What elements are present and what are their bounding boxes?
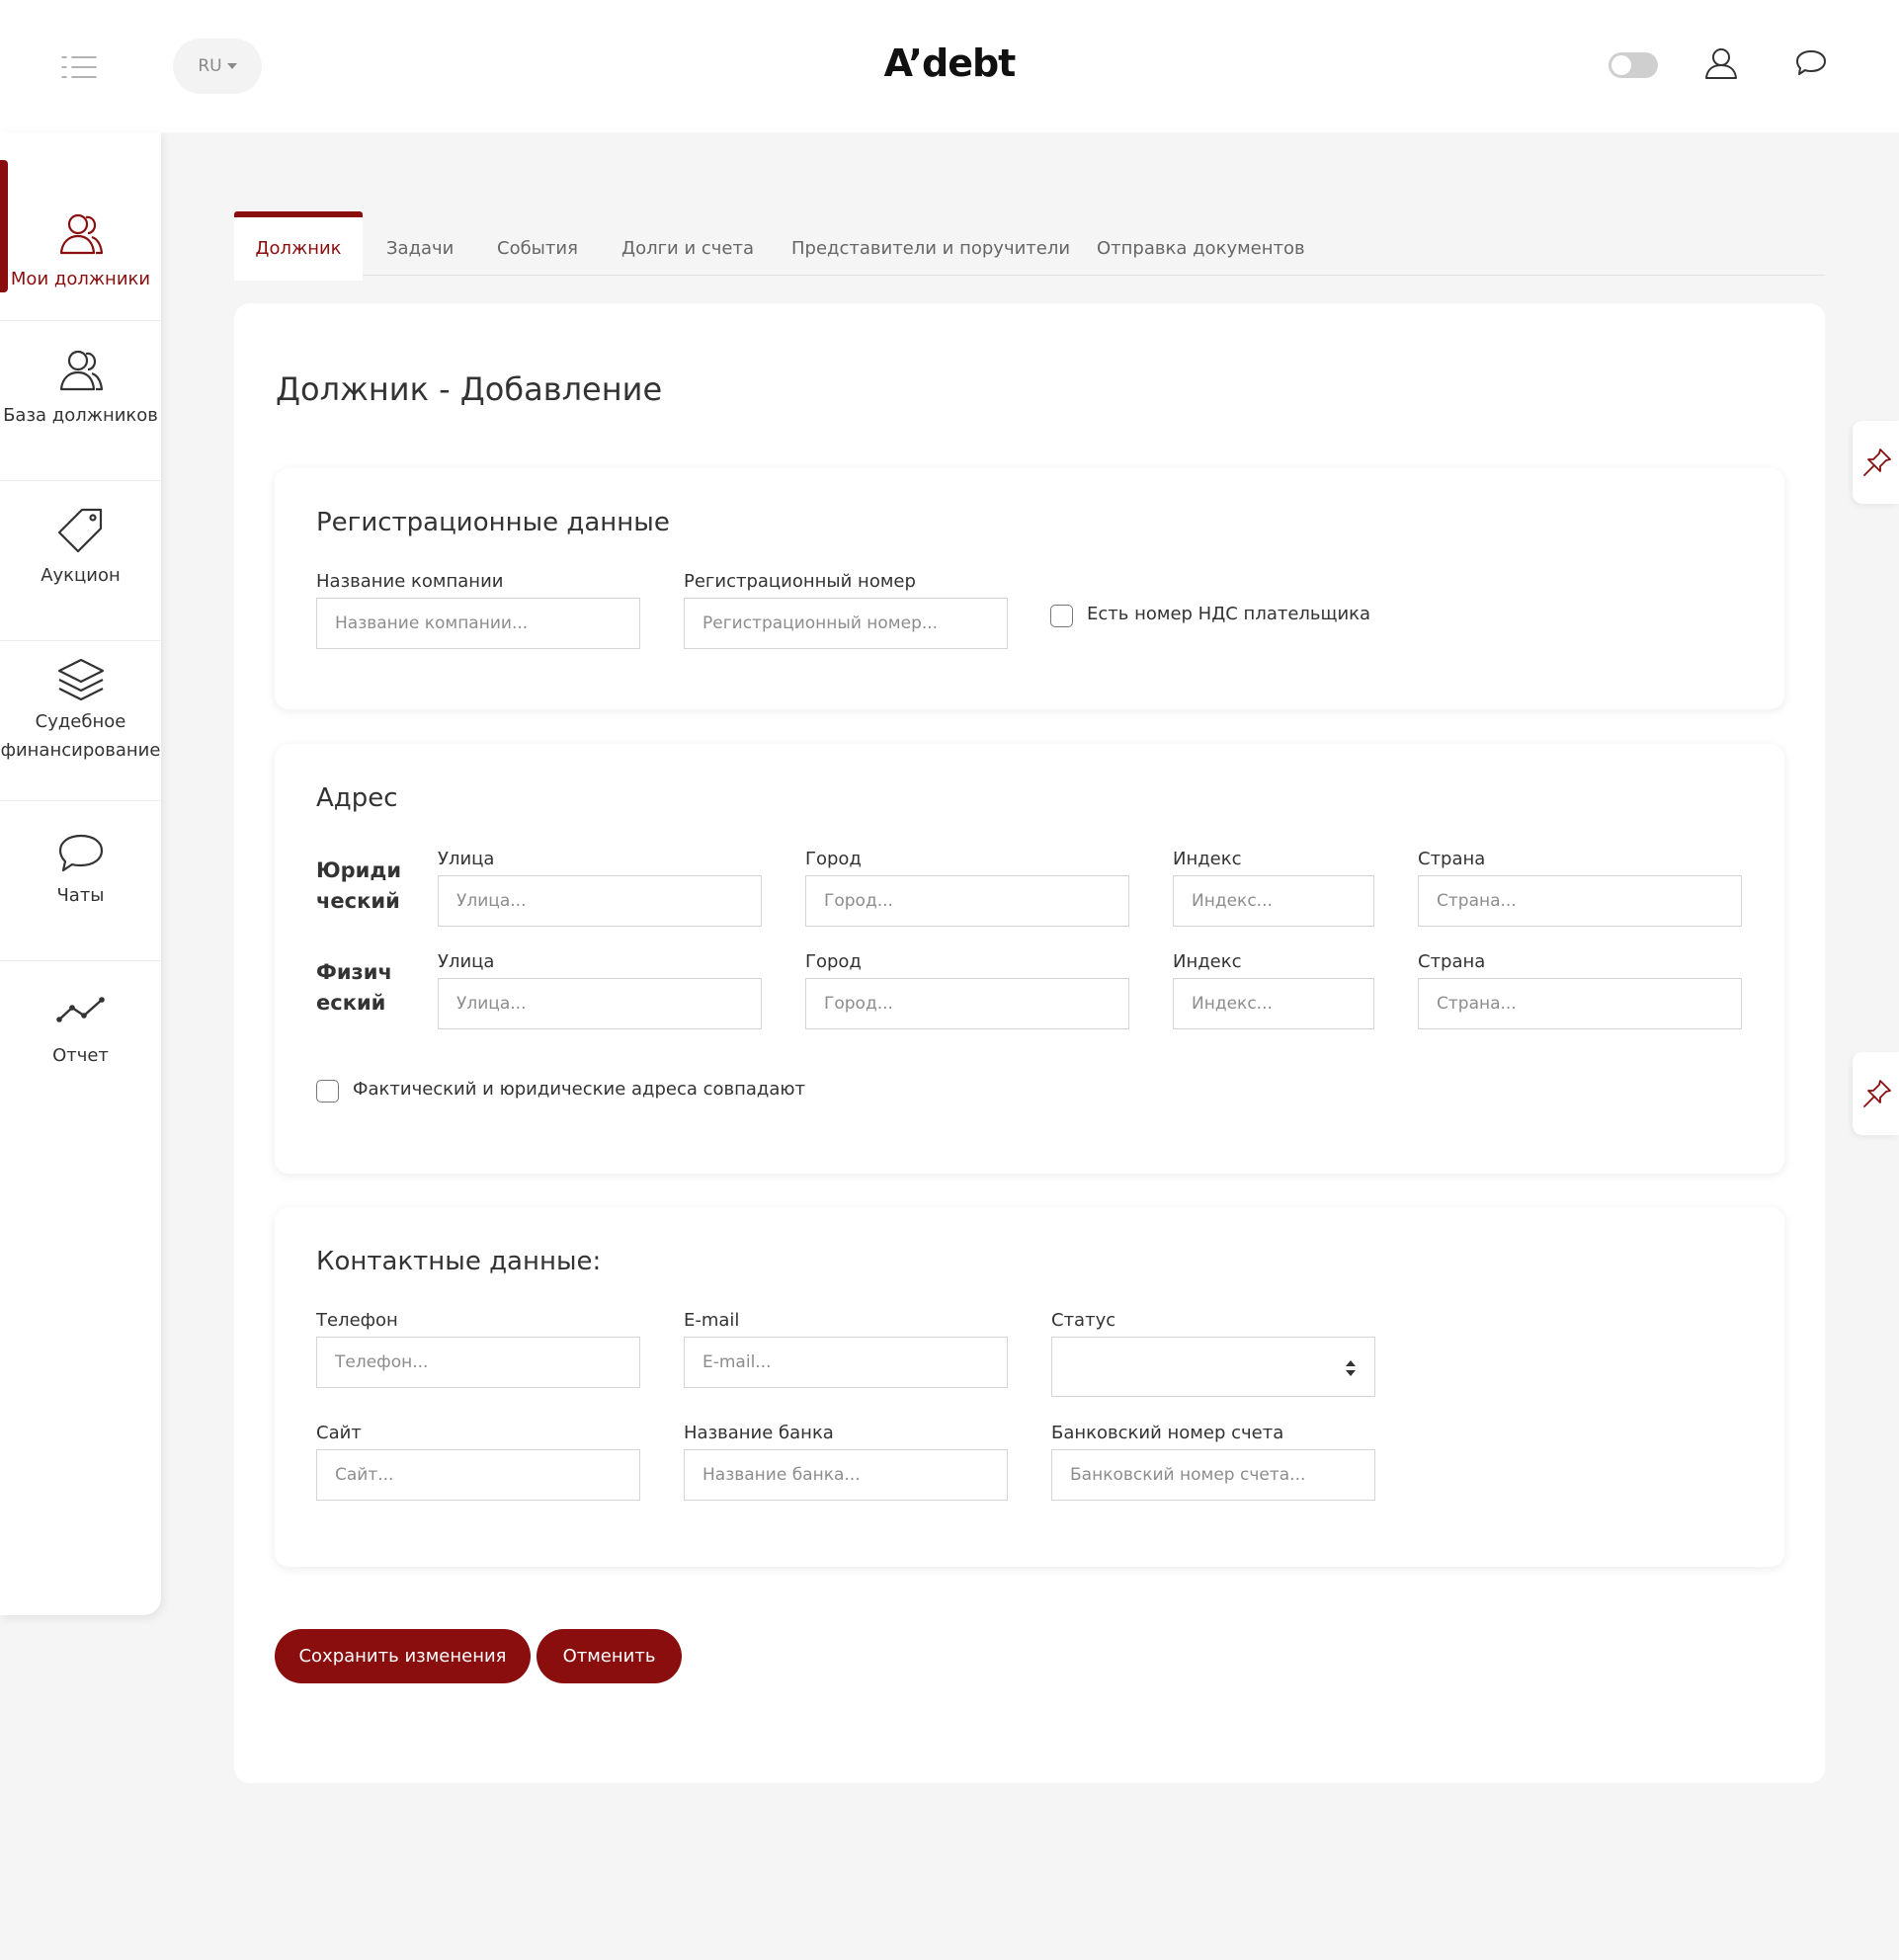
reg-number-label: Регистрационный номер xyxy=(684,571,916,592)
section-title: Адрес xyxy=(316,783,398,813)
sidebar-item-litigation-funding[interactable]: Судебное финансирование xyxy=(0,640,161,801)
sidebar-item-chats[interactable]: Чаты xyxy=(0,800,161,961)
legal-city-label: Город xyxy=(805,849,862,869)
vat-checkbox[interactable] xyxy=(1050,605,1073,627)
sidebar-item-label: Чаты xyxy=(56,885,105,906)
physical-zip-label: Индекс xyxy=(1173,951,1242,972)
physical-zip-input[interactable] xyxy=(1173,978,1374,1029)
physical-city-input[interactable] xyxy=(805,978,1129,1029)
physical-street-input[interactable] xyxy=(438,978,762,1029)
sidebar-item-label: Отчет xyxy=(52,1045,109,1066)
save-button[interactable]: Сохранить изменения xyxy=(275,1629,531,1683)
sidebar-item-auction[interactable]: Аукцион xyxy=(0,480,161,641)
sidebar-item-my-debtors[interactable]: Мои должники xyxy=(0,160,161,321)
sidebar-item-label-line1: Судебное xyxy=(35,711,126,732)
legal-city-input[interactable] xyxy=(805,875,1129,927)
main-card: Должник - Добавление Регистрационные дан… xyxy=(234,303,1825,1783)
legal-street-label: Улица xyxy=(438,849,495,869)
tag-icon xyxy=(56,506,106,555)
chat-bubble-icon xyxy=(56,830,106,879)
physical-country-input[interactable] xyxy=(1418,978,1742,1029)
sidebar-item-label: Мои должники xyxy=(10,269,151,289)
line-chart-icon xyxy=(56,986,106,1035)
legal-address-heading: Юриди ческий xyxy=(316,856,405,917)
sidebar-item-report[interactable]: Отчет xyxy=(0,960,161,1120)
reg-number-input[interactable] xyxy=(684,598,1008,649)
status-label: Статус xyxy=(1051,1310,1116,1331)
user-icon[interactable] xyxy=(1703,45,1739,81)
sort-arrows-icon xyxy=(1346,1360,1356,1376)
same-address-checkbox-label: Фактический и юридические адреса совпада… xyxy=(353,1079,806,1100)
legal-country-label: Страна xyxy=(1418,849,1486,869)
physical-address-heading: Физич еский xyxy=(316,957,405,1019)
bank-account-label: Банковский номер счета xyxy=(1051,1423,1284,1443)
chat-bubble-icon[interactable] xyxy=(1793,45,1829,81)
email-label: E-mail xyxy=(684,1310,740,1331)
tab-bar: Должник Задачи События Долги и счета Пре… xyxy=(234,211,1825,281)
phone-label: Телефон xyxy=(316,1310,398,1331)
bank-name-label: Название банка xyxy=(684,1423,834,1443)
physical-street-label: Улица xyxy=(438,951,495,972)
theme-toggle[interactable] xyxy=(1609,52,1658,78)
physical-country-label: Страна xyxy=(1418,951,1486,972)
section-title: Регистрационные данные xyxy=(316,508,670,537)
top-bar: RU A’debt xyxy=(0,0,1899,132)
tab-tasks[interactable]: Задачи xyxy=(386,211,454,275)
same-address-checkbox[interactable] xyxy=(316,1080,339,1102)
contacts-section: Контактные данные: Телефон E-mail Статус… xyxy=(275,1207,1784,1567)
bank-name-input[interactable] xyxy=(684,1449,1008,1501)
toggle-knob xyxy=(1611,55,1631,75)
physical-heading-line1: Физич xyxy=(316,960,392,984)
legal-street-input[interactable] xyxy=(438,875,762,927)
tab-debtor[interactable]: Должник xyxy=(234,211,363,281)
company-name-input[interactable] xyxy=(316,598,640,649)
users-icon xyxy=(56,209,106,259)
layers-icon xyxy=(56,656,106,705)
tab-send-documents[interactable]: Отправка документов xyxy=(1097,211,1305,275)
physical-heading-line2: еский xyxy=(316,991,386,1015)
sidebar-item-debtor-base[interactable]: База должников xyxy=(0,320,161,481)
page-title: Должник - Добавление xyxy=(276,370,663,408)
cancel-button[interactable]: Отменить xyxy=(537,1629,682,1683)
physical-city-label: Город xyxy=(805,951,862,972)
sidebar-item-label-line2: финансирование xyxy=(0,740,161,761)
tab-debts-accounts[interactable]: Долги и счета xyxy=(621,211,754,275)
legal-country-input[interactable] xyxy=(1418,875,1742,927)
tab-representatives[interactable]: Представители и поручители xyxy=(791,211,1070,275)
registration-section: Регистрационные данные Название компании… xyxy=(275,468,1784,709)
site-input[interactable] xyxy=(316,1449,640,1501)
pin-icon xyxy=(1863,1080,1891,1107)
legal-heading-line2: ческий xyxy=(316,889,400,913)
sidebar: Мои должники База должников Аукцион Суде… xyxy=(0,132,161,1615)
email-input[interactable] xyxy=(684,1337,1008,1388)
legal-zip-input[interactable] xyxy=(1173,875,1374,927)
tab-events[interactable]: События xyxy=(497,211,578,275)
pin-tab[interactable] xyxy=(1853,421,1899,504)
pin-tab[interactable] xyxy=(1853,1052,1899,1135)
bank-account-input[interactable] xyxy=(1051,1449,1375,1501)
sidebar-item-label: Аукцион xyxy=(41,565,121,586)
status-select[interactable] xyxy=(1051,1337,1375,1397)
company-name-label: Название компании xyxy=(316,571,504,592)
section-title: Контактные данные: xyxy=(316,1247,602,1276)
phone-input[interactable] xyxy=(316,1337,640,1388)
pin-icon xyxy=(1863,449,1891,476)
address-section: Адрес Юриди ческий Улица Город Индекс Ст… xyxy=(275,744,1784,1174)
legal-heading-line1: Юриди xyxy=(316,858,402,882)
site-label: Сайт xyxy=(316,1423,362,1443)
sidebar-item-label: База должников xyxy=(3,405,158,426)
users-icon xyxy=(56,346,106,395)
legal-zip-label: Индекс xyxy=(1173,849,1242,869)
vat-checkbox-label: Есть номер НДС плательщика xyxy=(1087,604,1371,624)
